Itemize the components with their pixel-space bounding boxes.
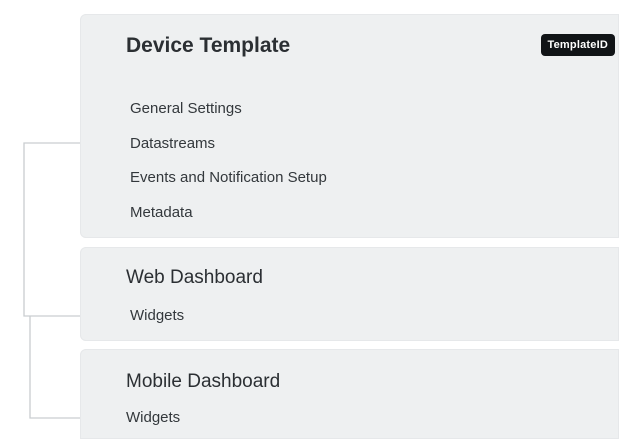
web-dashboard-panel: Web Dashboard Widgets <box>80 247 619 341</box>
datastreams-item: Datastreams <box>130 135 216 152</box>
mobile-dashboard-title: Mobile Dashboard <box>126 371 281 392</box>
web-dashboard-title: Web Dashboard <box>126 267 263 288</box>
web-widgets-item: Widgets <box>130 307 185 324</box>
device-template-panel: Device Template TemplateID General Setti… <box>80 14 619 238</box>
mobile-widgets-item: Widgets <box>126 409 181 426</box>
general-settings-item: General Settings <box>130 100 242 117</box>
mobile-dashboard-panel: Mobile Dashboard Widgets <box>80 349 619 439</box>
metadata-item: Metadata <box>130 204 193 221</box>
device-template-title: Device Template <box>126 34 291 57</box>
template-id-badge: TemplateID <box>540 34 615 56</box>
events-notification-setup-item: Events and Notification Setup <box>130 169 327 186</box>
